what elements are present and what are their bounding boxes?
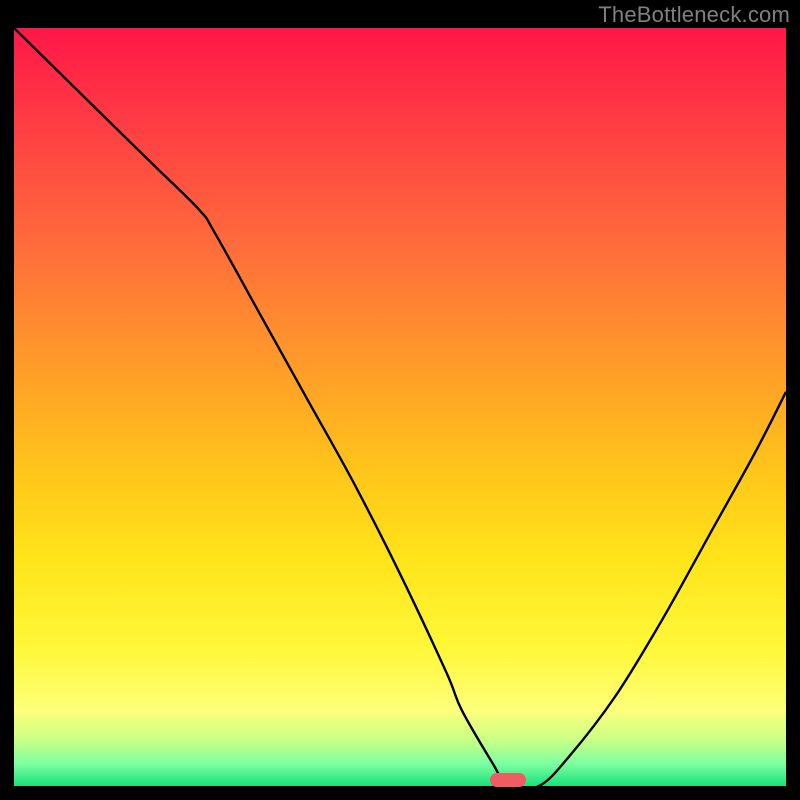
optimal-point-marker <box>490 773 526 787</box>
bottleneck-curve <box>14 28 786 786</box>
attribution-label: TheBottleneck.com <box>598 2 790 28</box>
curve-path <box>14 28 786 786</box>
bottleneck-chart: TheBottleneck.com <box>0 0 800 800</box>
